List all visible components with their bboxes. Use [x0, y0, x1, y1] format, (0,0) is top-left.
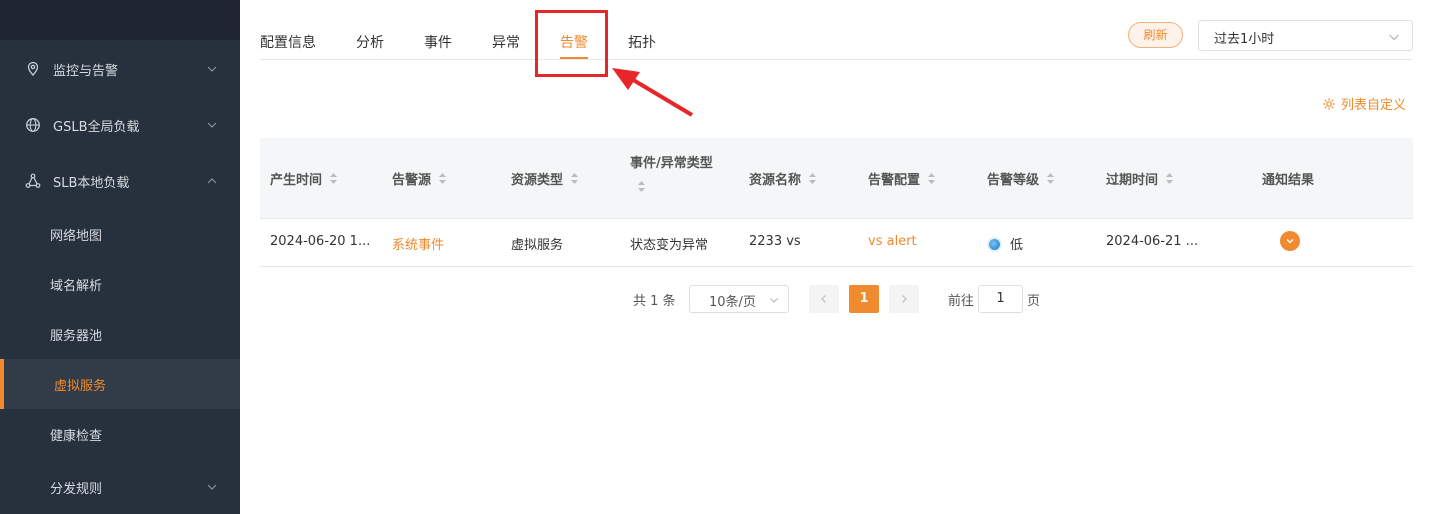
time-range-select[interactable]: 过去1小时: [1198, 20, 1413, 51]
goto-page-input[interactable]: 1: [978, 285, 1023, 313]
column-header-alert-config[interactable]: 告警配置: [868, 169, 936, 188]
sidebar-item-label: 健康检查: [50, 428, 103, 444]
chevron-down-icon: [1286, 238, 1294, 244]
sort-icon[interactable]: [329, 172, 338, 185]
column-label: 产生时间: [270, 173, 323, 188]
sidebar-item-virtual-service[interactable]: 虚拟服务: [0, 359, 240, 409]
goto-suffix: 页: [1027, 294, 1041, 309]
column-header-source[interactable]: 告警源: [392, 169, 447, 188]
column-label: 过期时间: [1106, 173, 1159, 188]
column-header-created[interactable]: 产生时间: [270, 169, 338, 188]
column-header-expires[interactable]: 过期时间: [1106, 169, 1174, 188]
chevron-up-icon: [207, 178, 217, 184]
column-label: 通知结果: [1262, 173, 1315, 188]
sidebar-group-slb[interactable]: SLB本地负载: [0, 153, 240, 209]
annotation-arrow-icon: [612, 68, 694, 117]
cell-resource-type: 虚拟服务: [511, 238, 564, 253]
column-label: 资源类型: [511, 173, 564, 188]
column-header-level[interactable]: 告警等级: [987, 169, 1055, 188]
chevron-down-icon: [207, 484, 217, 490]
table-header: 产生时间 告警源 资源类型 事件/异常类型 资源名称 告警配置 告警等级 过期时…: [260, 138, 1413, 219]
gear-icon: [1323, 97, 1335, 110]
column-label: 事件/异常类型: [630, 156, 713, 171]
tab-topology[interactable]: 拓扑: [628, 32, 656, 52]
chevron-down-icon: [207, 66, 217, 72]
table-row: 2024-06-20 1... 系统事件 虚拟服务 状态变为异常 2233 vs…: [260, 219, 1413, 267]
sidebar-item-health-check[interactable]: 健康检查: [0, 409, 240, 459]
refresh-button[interactable]: 刷新: [1128, 22, 1183, 48]
sidebar-item-network-map[interactable]: 网络地图: [0, 209, 240, 259]
page-number-current[interactable]: 1: [849, 285, 879, 313]
tab-analysis[interactable]: 分析: [356, 32, 384, 52]
sidebar-group-label: GSLB全局负载: [53, 119, 140, 135]
sort-icon[interactable]: [570, 172, 579, 185]
sidebar-item-label: 分发规则: [50, 481, 103, 497]
cell-level: 低: [989, 234, 1023, 253]
column-label: 告警等级: [987, 173, 1040, 188]
sidebar-group-label: 监控与告警: [53, 63, 119, 79]
share-nodes-icon: [24, 172, 42, 190]
column-label: 告警源: [392, 173, 432, 188]
level-label: 低: [1010, 238, 1024, 253]
chevron-left-icon: [821, 295, 826, 303]
sidebar-item-label: 虚拟服务: [54, 378, 107, 394]
sort-icon[interactable]: [637, 180, 646, 193]
sort-icon[interactable]: [438, 172, 447, 185]
next-page-button[interactable]: [889, 285, 919, 313]
list-customize-link[interactable]: 列表自定义: [1322, 94, 1406, 113]
sort-icon[interactable]: [927, 172, 936, 185]
tab-anomalies[interactable]: 异常: [492, 32, 520, 52]
expand-notify-button[interactable]: [1280, 231, 1300, 251]
chevron-right-icon: [902, 295, 907, 303]
sort-icon[interactable]: [808, 172, 817, 185]
sidebar-item-dns[interactable]: 域名解析: [0, 259, 240, 309]
goto-label: 前往: [948, 294, 975, 309]
location-pin-icon: [24, 60, 42, 78]
sidebar-header: [0, 0, 240, 40]
tab-events[interactable]: 事件: [424, 32, 452, 52]
chevron-down-icon: [207, 122, 217, 128]
cell-created: 2024-06-20 1...: [270, 234, 371, 249]
column-header-notify-result: 通知结果: [1262, 169, 1314, 188]
time-range-value: 过去1小时: [1214, 32, 1275, 47]
sidebar-group-label: SLB本地负载: [53, 175, 130, 191]
highlight-box: [535, 10, 608, 77]
sidebar-group-monitoring[interactable]: 监控与告警: [0, 41, 240, 97]
tab-config[interactable]: 配置信息: [260, 32, 316, 52]
sidebar: 监控与告警 GSLB全局负载 SLB本地负载 网络地图 域名解析 服务器池 虚拟…: [0, 0, 240, 514]
prev-page-button[interactable]: [809, 285, 839, 313]
sidebar-item-label: 域名解析: [50, 278, 103, 294]
sidebar-item-label: 服务器池: [50, 328, 103, 344]
alert-table: 产生时间 告警源 资源类型 事件/异常类型 资源名称 告警配置 告警等级 过期时…: [260, 138, 1413, 267]
level-dot-icon: [989, 239, 1000, 250]
pagination-total: 共 1 条: [633, 294, 676, 309]
cell-event-type: 状态变为异常: [630, 238, 709, 253]
cell-source-link[interactable]: 系统事件: [392, 234, 444, 253]
chevron-down-icon: [1389, 34, 1399, 41]
sidebar-item-server-pool[interactable]: 服务器池: [0, 309, 240, 359]
globe-icon: [24, 116, 42, 134]
page-size-select[interactable]: 10条/页: [689, 285, 789, 313]
column-header-resource-name[interactable]: 资源名称: [749, 169, 817, 188]
sidebar-item-label: 网络地图: [50, 228, 103, 244]
column-label: 资源名称: [749, 173, 802, 188]
sort-icon[interactable]: [1165, 172, 1174, 185]
chevron-down-icon: [770, 298, 778, 303]
sidebar-group-gslb[interactable]: GSLB全局负载: [0, 97, 240, 153]
cell-expires: 2024-06-21 ...: [1106, 234, 1199, 249]
page-size-value: 10条/页: [709, 295, 756, 310]
sort-icon[interactable]: [1046, 172, 1055, 185]
column-label: 告警配置: [868, 173, 921, 188]
cell-alert-config-link[interactable]: vs alert: [868, 234, 917, 249]
cell-resource-name: 2233 vs: [749, 234, 801, 249]
sidebar-item-dispatch-rules[interactable]: 分发规则: [0, 462, 240, 512]
list-customize-label: 列表自定义: [1341, 98, 1407, 113]
column-header-event-type[interactable]: 事件/异常类型: [630, 152, 713, 193]
column-header-resource-type[interactable]: 资源类型: [511, 169, 579, 188]
